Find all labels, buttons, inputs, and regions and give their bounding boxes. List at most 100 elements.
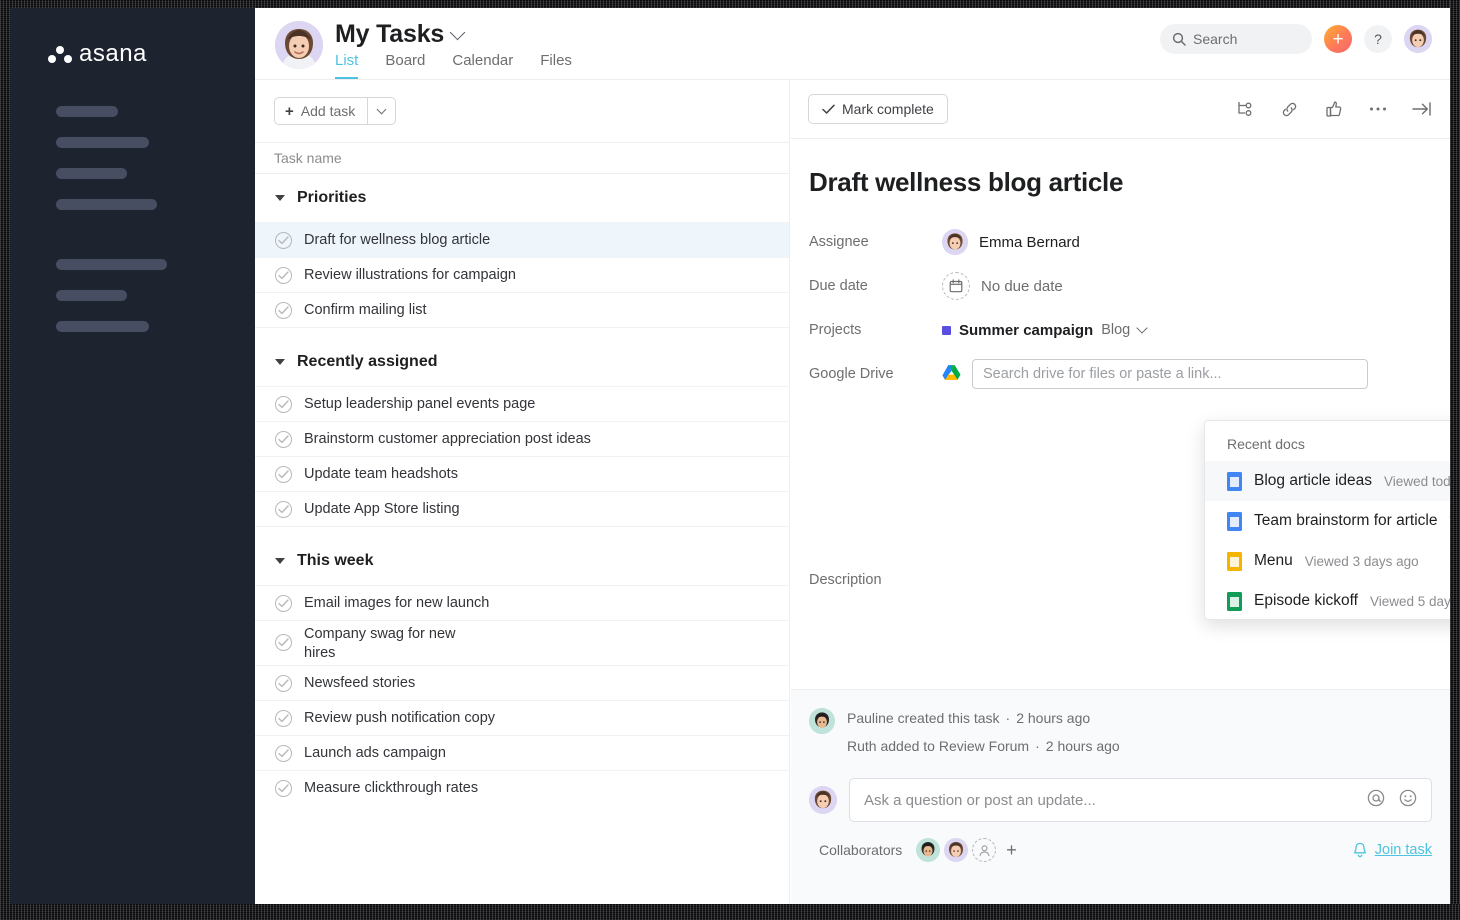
task-complete-checkbox[interactable]: [275, 302, 292, 319]
assignee-avatar: [942, 229, 968, 255]
projects-value[interactable]: Summer campaign Blog: [942, 322, 1146, 339]
project-avatar[interactable]: [275, 21, 323, 69]
activity-text: Ruth added to Review Forum: [847, 738, 1029, 754]
asana-logo[interactable]: asana: [48, 40, 147, 68]
drive-doc-item[interactable]: Team brainstorm for article Viewed yester…: [1205, 501, 1450, 541]
task-complete-checkbox[interactable]: [275, 267, 292, 284]
task-group-header[interactable]: Priorities: [255, 174, 789, 222]
emoji-icon[interactable]: [1399, 789, 1417, 812]
chevron-down-icon[interactable]: [1137, 322, 1148, 333]
user-avatar[interactable]: [1404, 25, 1432, 53]
drive-search-input[interactable]: Search drive for files or paste a link..…: [972, 359, 1368, 389]
task-row[interactable]: Measure clickthrough rates: [255, 770, 789, 805]
task-complete-checkbox[interactable]: [275, 745, 292, 762]
tab-board[interactable]: Board: [385, 52, 425, 79]
sidebar-placeholder-bar[interactable]: [56, 168, 127, 179]
mark-complete-button[interactable]: Mark complete: [808, 94, 948, 124]
field-assignee: Assignee: [809, 220, 1450, 264]
description-label: Description: [809, 572, 942, 588]
drive-doc-item[interactable]: Episode kickoffViewed 5 days ago: [1205, 581, 1450, 621]
drive-doc-item[interactable]: Blog article ideasViewed today: [1205, 461, 1450, 501]
add-collaborator-avatar-icon[interactable]: [972, 838, 996, 862]
task-name: Company swag for newhires: [304, 625, 456, 663]
task-complete-checkbox[interactable]: [275, 431, 292, 448]
task-row[interactable]: Company swag for newhires: [255, 620, 789, 665]
task-row[interactable]: Update team headshots: [255, 456, 789, 491]
collaborators-row: Collaborators: [791, 822, 1450, 862]
task-row[interactable]: Review illustrations for campaign: [255, 257, 789, 292]
calendar-icon: [942, 272, 970, 300]
sidebar-placeholder-bar[interactable]: [56, 321, 149, 332]
column-header-label: Task name: [274, 150, 342, 166]
subtask-icon[interactable]: [1235, 99, 1256, 120]
task-group-separator: [255, 327, 789, 338]
assignee-value[interactable]: Emma Bernard: [942, 229, 1080, 255]
mention-icon[interactable]: [1367, 789, 1385, 812]
collaborator-avatar-1[interactable]: [916, 838, 940, 862]
help-button[interactable]: ?: [1364, 25, 1392, 53]
detail-toolbar: Mark complete: [791, 80, 1450, 139]
attachment-link-icon[interactable]: [1279, 99, 1300, 120]
activity-avatar: [809, 708, 835, 734]
left-sidebar: asana: [10, 8, 255, 904]
task-complete-checkbox[interactable]: [275, 466, 292, 483]
collaborator-avatar-2[interactable]: [944, 838, 968, 862]
task-name: Launch ads campaign: [304, 745, 446, 761]
tab-files[interactable]: Files: [540, 52, 572, 79]
due-date-value[interactable]: No due date: [942, 272, 1063, 300]
task-complete-checkbox[interactable]: [275, 710, 292, 727]
field-google-drive: Google Drive: [809, 352, 1450, 396]
drive-doc-name: Blog article ideas: [1254, 472, 1372, 490]
sidebar-placeholder-bar[interactable]: [56, 137, 149, 148]
add-task-button[interactable]: + Add task: [274, 97, 396, 125]
collapse-triangle-icon[interactable]: [275, 558, 285, 564]
task-row[interactable]: Launch ads campaign: [255, 735, 789, 770]
task-complete-checkbox[interactable]: [275, 396, 292, 413]
task-complete-checkbox[interactable]: [275, 595, 292, 612]
task-row[interactable]: Review push notification copy: [255, 700, 789, 735]
task-title[interactable]: Draft wellness blog article: [791, 139, 1450, 198]
task-row[interactable]: Email images for new launch: [255, 585, 789, 620]
join-task-button[interactable]: Join task: [1352, 842, 1432, 859]
sidebar-placeholder-bar[interactable]: [56, 290, 127, 301]
search-input[interactable]: Search: [1160, 24, 1312, 54]
task-row[interactable]: Newsfeed stories: [255, 665, 789, 700]
google-slides-icon: [1227, 552, 1242, 571]
task-complete-checkbox[interactable]: [275, 232, 292, 249]
sidebar-placeholder-bar[interactable]: [56, 106, 118, 117]
tab-list[interactable]: List: [335, 52, 358, 79]
close-panel-icon[interactable]: [1411, 99, 1432, 120]
task-complete-checkbox[interactable]: [275, 675, 292, 692]
task-row[interactable]: Draft for wellness blog article: [255, 222, 789, 257]
task-row[interactable]: Setup leadership panel events page: [255, 386, 789, 421]
task-complete-checkbox[interactable]: [275, 780, 292, 797]
task-group-header[interactable]: This week: [255, 537, 789, 585]
drive-doc-name: Team brainstorm for article: [1254, 512, 1437, 530]
task-row[interactable]: Update App Store listing: [255, 491, 789, 526]
task-group-header[interactable]: Recently assigned: [255, 338, 789, 386]
task-row[interactable]: Confirm mailing list: [255, 292, 789, 327]
like-thumbs-up-icon[interactable]: [1323, 99, 1344, 120]
add-task-dropdown[interactable]: [367, 98, 395, 124]
drive-doc-item[interactable]: MenuViewed 3 days ago: [1205, 541, 1450, 581]
google-sheets-icon: [1227, 592, 1242, 611]
collapse-triangle-icon[interactable]: [275, 359, 285, 365]
more-options-icon[interactable]: [1367, 99, 1388, 120]
assignee-name: Emma Bernard: [979, 234, 1080, 251]
task-row[interactable]: Brainstorm customer appreciation post id…: [255, 421, 789, 456]
activity-time: 2 hours ago: [1016, 710, 1090, 726]
comment-input[interactable]: Ask a question or post an update...: [849, 778, 1432, 822]
collapse-triangle-icon[interactable]: [275, 195, 285, 201]
tab-calendar[interactable]: Calendar: [452, 52, 513, 79]
drive-doc-name: Menu: [1254, 552, 1293, 570]
asana-logo-text: asana: [79, 40, 147, 68]
add-collaborator-button[interactable]: +: [1006, 840, 1017, 861]
create-button[interactable]: +: [1324, 25, 1352, 53]
task-complete-checkbox[interactable]: [275, 634, 292, 651]
drive-doc-meta: Viewed yesterday: [1449, 514, 1450, 529]
task-complete-checkbox[interactable]: [275, 501, 292, 518]
project-title-group[interactable]: My Tasks: [335, 20, 463, 49]
sidebar-placeholder-bar[interactable]: [56, 199, 157, 210]
sidebar-placeholder-bar[interactable]: [56, 259, 167, 270]
chevron-down-icon[interactable]: [450, 24, 466, 40]
